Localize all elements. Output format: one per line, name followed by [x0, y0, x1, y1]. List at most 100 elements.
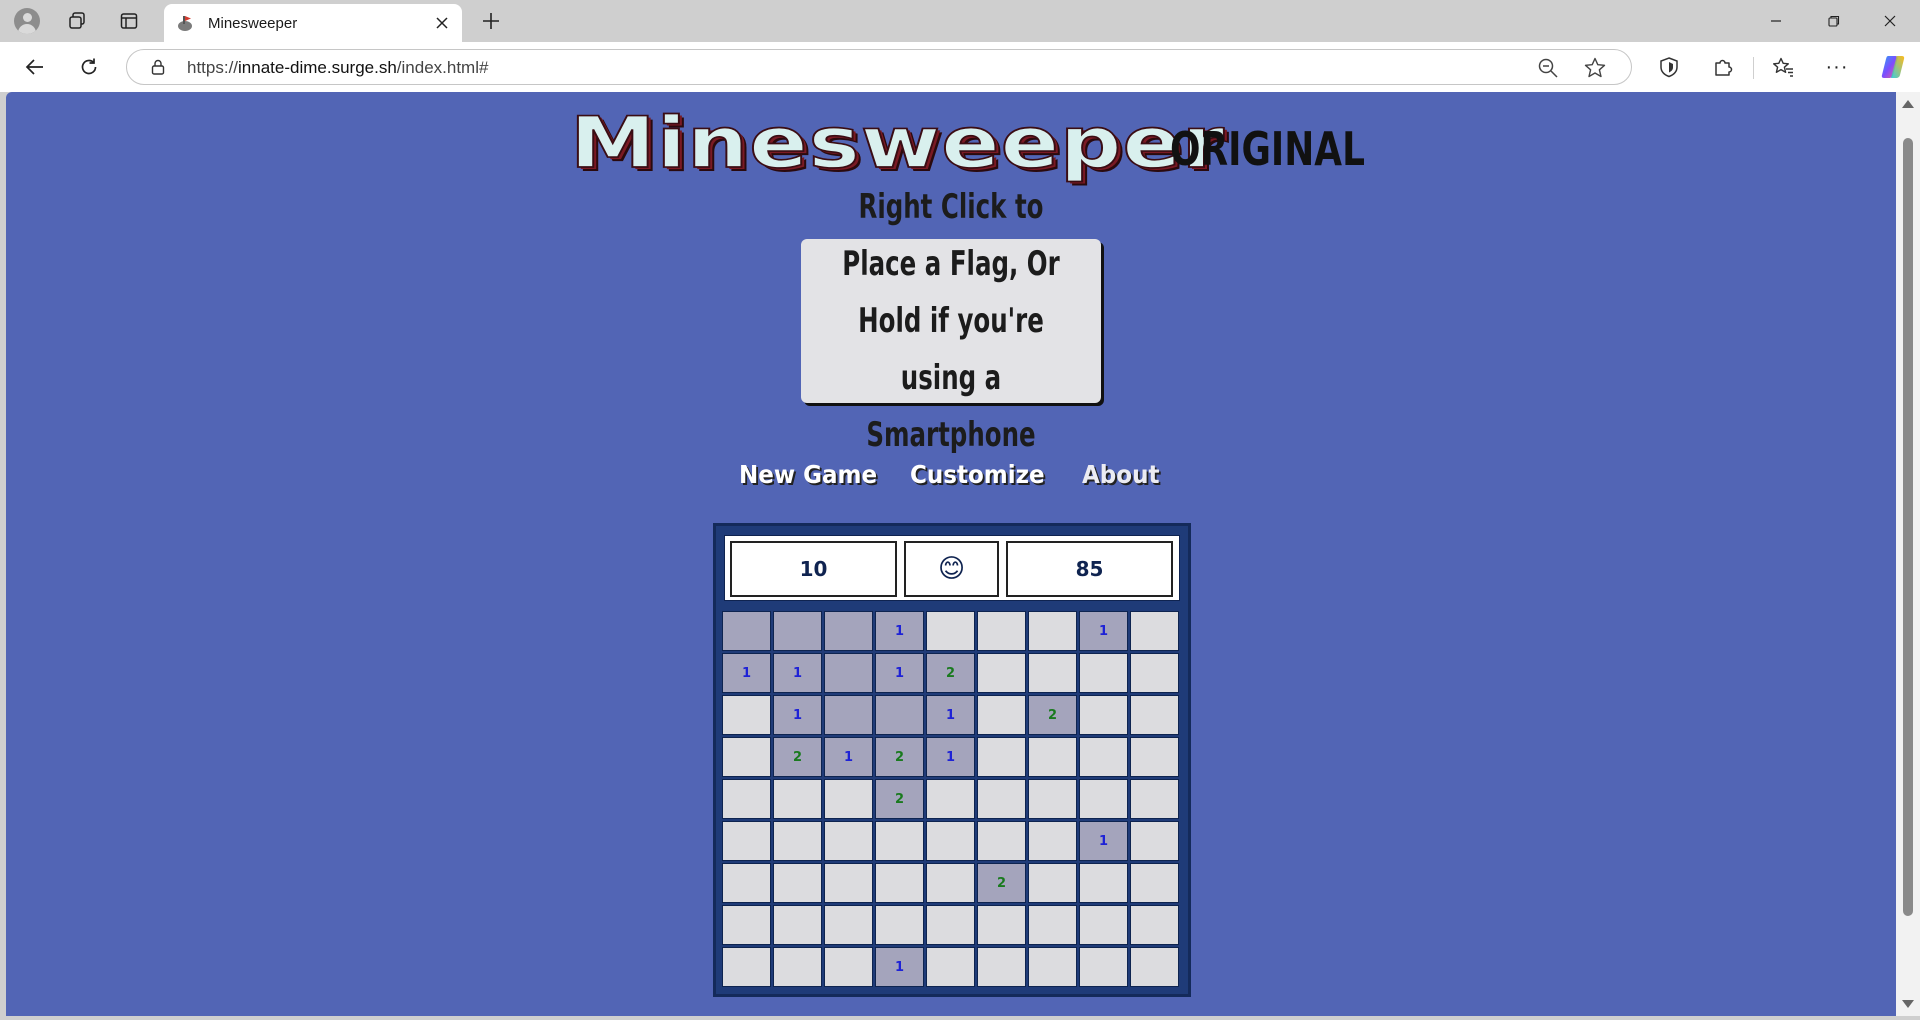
grid-cell[interactable] — [1028, 611, 1077, 651]
vertical-scrollbar[interactable] — [1896, 92, 1920, 1016]
grid-cell[interactable] — [1130, 863, 1179, 903]
grid-cell[interactable] — [1130, 695, 1179, 735]
grid-cell[interactable] — [1130, 737, 1179, 777]
scrollbar-thumb[interactable] — [1903, 138, 1913, 916]
grid-cell[interactable]: 1 — [1079, 611, 1128, 651]
about-link[interactable]: About — [1082, 460, 1159, 489]
reload-button[interactable] — [72, 51, 106, 83]
grid-cell[interactable]: 2 — [875, 737, 924, 777]
browser-tab-active[interactable]: Minesweeper — [164, 4, 462, 42]
grid-cell[interactable] — [1079, 737, 1128, 777]
grid-cell[interactable] — [1028, 653, 1077, 693]
grid-cell[interactable] — [977, 695, 1026, 735]
grid-cell[interactable] — [977, 737, 1026, 777]
grid-cell[interactable] — [722, 863, 771, 903]
grid-cell[interactable]: 1 — [773, 653, 822, 693]
grid-cell[interactable] — [926, 611, 975, 651]
grid-cell[interactable] — [1130, 821, 1179, 861]
grid-cell[interactable] — [875, 905, 924, 945]
grid-cell[interactable] — [926, 779, 975, 819]
grid-cell[interactable] — [722, 947, 771, 987]
grid-cell[interactable] — [773, 821, 822, 861]
grid-cell[interactable] — [977, 611, 1026, 651]
grid-cell[interactable]: 1 — [773, 695, 822, 735]
grid-cell[interactable] — [875, 863, 924, 903]
grid-cell[interactable] — [1130, 947, 1179, 987]
grid-cell[interactable] — [722, 611, 771, 651]
workspaces-button[interactable] — [60, 6, 94, 36]
browser-essentials-button[interactable] — [1654, 52, 1684, 82]
grid-cell[interactable] — [722, 737, 771, 777]
grid-cell[interactable] — [926, 863, 975, 903]
grid-cell[interactable] — [1028, 737, 1077, 777]
zoom-out-icon[interactable] — [1537, 57, 1559, 79]
grid-cell[interactable] — [977, 947, 1026, 987]
grid-cell[interactable] — [977, 905, 1026, 945]
grid-cell[interactable] — [1028, 821, 1077, 861]
grid-cell[interactable]: 2 — [926, 653, 975, 693]
grid-cell[interactable]: 1 — [926, 737, 975, 777]
back-button[interactable] — [18, 51, 52, 83]
window-close-button[interactable] — [1870, 4, 1910, 38]
grid-cell[interactable] — [773, 905, 822, 945]
grid-cell[interactable] — [1079, 779, 1128, 819]
grid-cell[interactable]: 1 — [875, 611, 924, 651]
grid-cell[interactable] — [824, 863, 873, 903]
grid-cell[interactable] — [722, 905, 771, 945]
grid-cell[interactable] — [875, 821, 924, 861]
grid-cell[interactable] — [977, 821, 1026, 861]
grid-cell[interactable] — [875, 695, 924, 735]
grid-cell[interactable] — [722, 779, 771, 819]
grid-cell[interactable] — [1130, 611, 1179, 651]
grid-cell[interactable] — [1079, 947, 1128, 987]
grid-cell[interactable] — [1028, 863, 1077, 903]
tab-close-button[interactable] — [428, 9, 456, 37]
more-options-button[interactable]: ··· — [1822, 52, 1852, 82]
grid-cell[interactable] — [1130, 653, 1179, 693]
grid-cell[interactable] — [824, 947, 873, 987]
grid-cell[interactable]: 1 — [926, 695, 975, 735]
grid-cell[interactable]: 2 — [773, 737, 822, 777]
grid-cell[interactable] — [773, 947, 822, 987]
profile-button[interactable] — [10, 6, 44, 36]
grid-cell[interactable] — [1028, 947, 1077, 987]
grid-cell[interactable] — [926, 947, 975, 987]
window-minimize-button[interactable] — [1756, 4, 1796, 38]
favorites-button[interactable] — [1768, 52, 1798, 82]
grid-cell[interactable] — [773, 863, 822, 903]
grid-cell[interactable] — [1079, 863, 1128, 903]
grid-cell[interactable] — [977, 779, 1026, 819]
grid-cell[interactable]: 1 — [875, 653, 924, 693]
grid-cell[interactable] — [824, 653, 873, 693]
grid-cell[interactable] — [722, 821, 771, 861]
grid-cell[interactable]: 2 — [875, 779, 924, 819]
customize-link[interactable]: Customize — [910, 460, 1045, 489]
extensions-button[interactable] — [1708, 52, 1738, 82]
grid-cell[interactable] — [926, 905, 975, 945]
tab-actions-button[interactable] — [112, 6, 146, 36]
grid-cell[interactable] — [722, 695, 771, 735]
grid-cell[interactable] — [1130, 905, 1179, 945]
smiley-face-button[interactable]: 😊 — [904, 541, 999, 597]
address-bar[interactable]: https://innate-dime.surge.sh/index.html# — [126, 49, 1632, 85]
scroll-down-arrow-icon[interactable] — [1902, 1000, 1914, 1008]
copilot-button[interactable] — [1876, 50, 1910, 84]
grid-cell[interactable]: 2 — [977, 863, 1026, 903]
grid-cell[interactable] — [1079, 695, 1128, 735]
grid-cell[interactable] — [926, 821, 975, 861]
grid-cell[interactable]: 1 — [722, 653, 771, 693]
grid-cell[interactable] — [824, 905, 873, 945]
grid-cell[interactable]: 1 — [1079, 821, 1128, 861]
grid-cell[interactable] — [1079, 653, 1128, 693]
grid-cell[interactable] — [824, 611, 873, 651]
grid-cell[interactable] — [977, 653, 1026, 693]
grid-cell[interactable] — [1130, 779, 1179, 819]
grid-cell[interactable] — [824, 695, 873, 735]
grid-cell[interactable] — [1028, 779, 1077, 819]
scroll-up-arrow-icon[interactable] — [1902, 100, 1914, 108]
new-tab-button[interactable] — [474, 6, 508, 36]
grid-cell[interactable] — [773, 779, 822, 819]
grid-cell[interactable] — [824, 779, 873, 819]
url-text[interactable]: https://innate-dime.surge.sh/index.html# — [187, 58, 488, 78]
new-game-link[interactable]: New Game — [739, 460, 877, 489]
